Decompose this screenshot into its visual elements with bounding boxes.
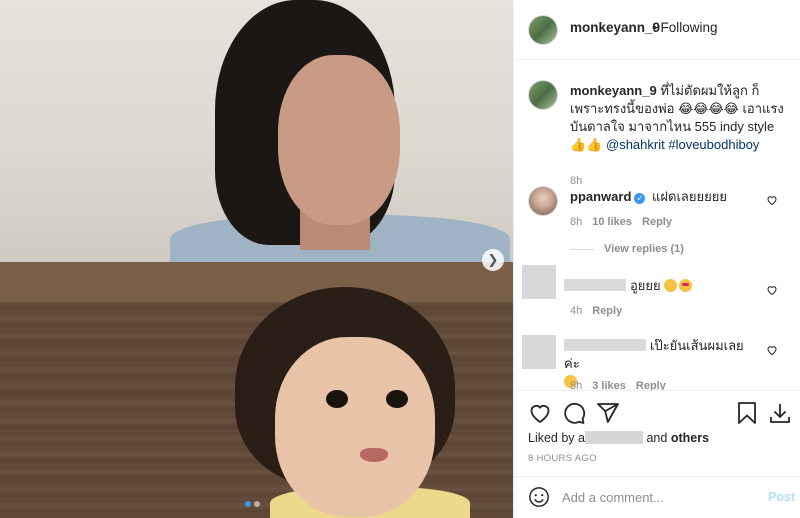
comment-likes[interactable]: 10 likes — [592, 216, 632, 228]
comment-time: 8h — [570, 216, 583, 228]
chevron-right-icon[interactable]: ❯ — [482, 249, 504, 271]
comments-list[interactable]: monkeyann_9 ที่ไม่ตัดผมให้ลูก ก็เพราะทรง… — [514, 60, 800, 390]
verified-badge-icon: ✓ — [634, 193, 646, 204]
smile-icon[interactable] — [528, 486, 550, 508]
carousel-dot-1 — [245, 501, 251, 507]
separator: • — [652, 20, 657, 35]
heart-eyes-emoji-icon — [679, 279, 693, 292]
avatar[interactable] — [528, 15, 558, 45]
avatar[interactable] — [522, 335, 556, 369]
avatar[interactable] — [528, 186, 558, 216]
post-actions: Liked by a and others 8 HOURS AGO — [514, 390, 800, 476]
download-icon[interactable] — [768, 401, 792, 425]
comment-username[interactable]: ppanward — [570, 189, 631, 204]
star-struck-emoji-icon — [664, 279, 678, 292]
photo-child — [0, 262, 513, 518]
others-link[interactable]: others — [671, 431, 709, 445]
comment-input[interactable] — [562, 488, 752, 506]
comment-icon[interactable] — [562, 401, 586, 425]
reply-button[interactable]: Reply — [642, 216, 672, 228]
avatar[interactable] — [522, 265, 556, 299]
liked-by-user[interactable]: a — [578, 431, 585, 445]
post-header: monkeyann_9 • Following — [514, 0, 800, 60]
view-replies-button[interactable]: View replies (1) — [570, 243, 684, 255]
mention-link[interactable]: @shahkrit — [606, 137, 665, 152]
comment-username[interactable] — [564, 339, 646, 351]
heart-icon[interactable] — [766, 344, 778, 356]
liked-by: Liked by a and others — [528, 431, 709, 445]
comment-text: อูยยย — [630, 278, 661, 293]
carousel-dot-2 — [254, 501, 260, 507]
comment-composer: Post — [514, 476, 800, 518]
heart-icon[interactable] — [766, 284, 778, 296]
comment-text: แฝดเลยยยยย — [652, 189, 727, 204]
follow-status[interactable]: • Following — [652, 20, 718, 35]
reply-button[interactable]: Reply — [592, 305, 622, 317]
comment-username[interactable] — [564, 279, 626, 291]
liked-by-and: and — [646, 431, 668, 445]
caption-username[interactable]: monkeyann_9 — [570, 83, 657, 98]
comment-time: 8h — [570, 380, 583, 390]
caption-time: 8h — [570, 175, 583, 187]
post-time: 8 HOURS AGO — [528, 453, 597, 464]
post-button[interactable]: Post — [768, 490, 795, 504]
share-icon[interactable] — [596, 401, 620, 425]
header-username[interactable]: monkeyann_9 — [570, 20, 660, 35]
heart-icon[interactable] — [766, 194, 778, 206]
reply-button[interactable]: Reply — [636, 380, 666, 390]
bookmark-icon[interactable] — [735, 401, 759, 425]
hashtag-link[interactable]: #loveubodhiboy — [668, 137, 759, 152]
post-photo[interactable]: ❯ — [0, 0, 513, 518]
liked-by-prefix: Liked by — [528, 431, 575, 445]
avatar[interactable] — [528, 80, 558, 110]
comment-time: 4h — [570, 305, 583, 317]
comment-likes[interactable]: 3 likes — [592, 380, 626, 390]
carousel-dots — [245, 501, 260, 507]
heart-icon[interactable] — [528, 401, 552, 425]
following-label[interactable]: Following — [661, 20, 718, 35]
post-side-panel: monkeyann_9 • Following monkeyann_9 ที่ไ… — [513, 0, 800, 518]
photo-father — [0, 0, 513, 262]
